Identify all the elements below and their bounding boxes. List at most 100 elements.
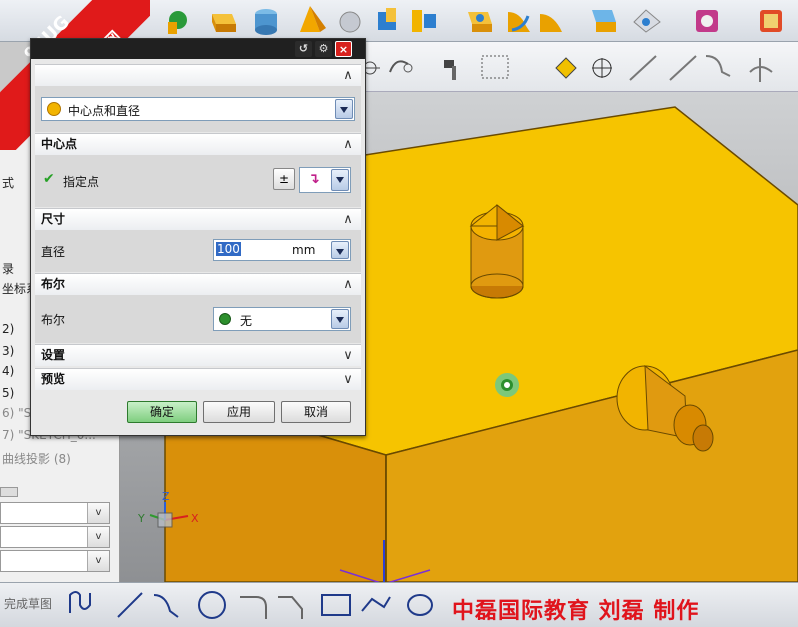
- reset-icon[interactable]: ↺: [295, 41, 312, 57]
- type-dropdown-value: 中心点和直径: [68, 104, 141, 118]
- sketch-tools: [69, 591, 433, 619]
- revolve-icon[interactable]: [412, 10, 436, 32]
- boolean-label: 布尔: [41, 313, 66, 327]
- cancel-button[interactable]: 取消: [281, 401, 351, 423]
- type-dropdown[interactable]: 中心点和直径: [41, 97, 355, 121]
- chamfer-icon[interactable]: [278, 596, 303, 619]
- extrude-icon[interactable]: [378, 8, 396, 30]
- preview-section-title: 预览: [41, 372, 66, 386]
- collapse-icon[interactable]: ∧: [339, 276, 357, 293]
- size-section-body: 直径 100 mm: [35, 230, 361, 272]
- axis-y-label: Y: [137, 512, 145, 525]
- cone-icon[interactable]: [300, 6, 326, 32]
- apply-button[interactable]: 应用: [203, 401, 275, 423]
- profile-icon[interactable]: [69, 591, 91, 613]
- navigator-dropdown[interactable]: v: [0, 526, 110, 548]
- inferred-point-icon: ↴: [308, 171, 320, 187]
- settings-icon[interactable]: ⚙: [315, 41, 332, 57]
- pattern-icon[interactable]: [760, 10, 782, 32]
- collapse-icon[interactable]: ∧: [339, 136, 357, 153]
- auto-dimension-icon[interactable]: [555, 57, 577, 79]
- type-section-header[interactable]: ∧: [35, 64, 361, 86]
- center-section-body: ✔ 指定点 ± ↴: [35, 155, 361, 207]
- boolean-section-header[interactable]: 布尔 ∧: [35, 273, 361, 295]
- sketch-toolbar: 完成草图 中磊国际教育 刘磊 制作: [0, 582, 798, 627]
- sphere-icon[interactable]: [339, 11, 361, 33]
- hole-icon[interactable]: [468, 12, 492, 32]
- point-inference-dropdown[interactable]: ↴: [299, 167, 351, 193]
- chevron-down-icon[interactable]: v: [87, 551, 109, 571]
- associate-icon[interactable]: [389, 60, 413, 73]
- boolean-section-title: 布尔: [41, 277, 66, 291]
- dimension-icon[interactable]: [592, 58, 612, 78]
- expand-icon[interactable]: ∨: [339, 371, 357, 388]
- shell-icon[interactable]: [592, 10, 616, 32]
- chevron-down-icon[interactable]: v: [87, 503, 109, 523]
- polyline-icon[interactable]: [361, 596, 391, 612]
- finish-sketch-button[interactable]: 完成草图: [4, 595, 52, 612]
- navigator-dropdown[interactable]: v: [0, 550, 110, 572]
- center-diameter-icon: [47, 102, 61, 116]
- chevron-down-icon[interactable]: [331, 169, 349, 191]
- ok-button[interactable]: 确定: [127, 401, 197, 423]
- preview-section-header[interactable]: 预览 ∨: [35, 368, 361, 390]
- ellipse-icon[interactable]: [407, 594, 433, 616]
- unit-dropdown-icon[interactable]: [331, 241, 349, 259]
- checkmark-icon: ✔: [43, 171, 55, 187]
- boolean-none-icon: [219, 313, 231, 325]
- center-section-header[interactable]: 中心点 ∧: [35, 133, 361, 155]
- line-icon[interactable]: [629, 55, 657, 81]
- close-icon[interactable]: ×: [335, 41, 352, 57]
- selected-point-marker[interactable]: [495, 373, 519, 397]
- navigator-dropdown[interactable]: v: [0, 502, 110, 524]
- arc-icon[interactable]: [705, 55, 731, 77]
- sketch-constraint-toolbar: [360, 42, 798, 92]
- sphere-dialog: ↺ ⚙ × ∧ 中心点和直径 中心点 ∧ ✔ 指定点 ± ↴ 尺寸 ∧ 直径 1…: [30, 38, 366, 436]
- settings-section-header[interactable]: 设置 ∨: [35, 344, 361, 366]
- watermark-caption: 中磊国际教育 刘磊 制作: [452, 598, 700, 624]
- dialog-body: ∧ 中心点和直径 中心点 ∧ ✔ 指定点 ± ↴ 尺寸 ∧ 直径 100 mm …: [35, 61, 361, 433]
- collapse-icon[interactable]: ∧: [339, 211, 357, 228]
- line-icon[interactable]: [669, 55, 697, 81]
- arc-icon[interactable]: [153, 594, 179, 618]
- boolean-value: 无: [240, 314, 253, 328]
- insert-point-icon[interactable]: [168, 11, 187, 34]
- diameter-label: 直径: [41, 245, 66, 259]
- perpendicular-icon[interactable]: [749, 58, 773, 82]
- expand-icon[interactable]: ∨: [339, 347, 357, 364]
- settings-section-title: 设置: [41, 348, 66, 362]
- horizontal-scrollbar[interactable]: [0, 487, 18, 497]
- cylinder-icon[interactable]: [255, 9, 277, 35]
- diameter-field[interactable]: 100 mm: [213, 239, 351, 261]
- center-section-title: 中心点: [41, 137, 78, 151]
- axis-x-label: X: [191, 512, 199, 525]
- fillet-icon[interactable]: [240, 596, 267, 619]
- navigator-row[interactable]: 曲线投影 (8): [0, 450, 110, 470]
- specify-point-label: 指定点: [63, 175, 100, 189]
- rectangle-icon[interactable]: [321, 594, 351, 616]
- hammer-icon[interactable]: [444, 60, 456, 80]
- type-section-body: 中心点和直径: [35, 86, 361, 132]
- axis-z-label: Z: [162, 490, 170, 503]
- chamfer-icon[interactable]: [540, 14, 562, 32]
- draft-icon[interactable]: [633, 9, 661, 33]
- size-section-header[interactable]: 尺寸 ∧: [35, 208, 361, 230]
- diameter-value[interactable]: 100: [216, 242, 241, 256]
- sketch-constraint-icons: [360, 55, 773, 82]
- edge-blend-icon[interactable]: [508, 12, 530, 32]
- dialog-titlebar[interactable]: ↺ ⚙ ×: [31, 39, 365, 59]
- collapse-icon[interactable]: ∧: [339, 67, 357, 84]
- chevron-down-icon[interactable]: [335, 99, 353, 119]
- boolean-dropdown[interactable]: 无: [213, 307, 351, 331]
- chevron-down-icon[interactable]: v: [87, 527, 109, 547]
- select-rectangle-icon[interactable]: [481, 55, 509, 79]
- size-section-title: 尺寸: [41, 212, 66, 226]
- block-icon[interactable]: [212, 14, 236, 32]
- circle-icon[interactable]: [198, 591, 226, 619]
- point-dialog-button[interactable]: ±: [273, 168, 295, 190]
- line-icon[interactable]: [117, 592, 143, 618]
- boolean-section-body: 布尔 无: [35, 295, 361, 343]
- chevron-down-icon[interactable]: [331, 309, 349, 329]
- move-object-icon[interactable]: [696, 10, 718, 32]
- vertical-boss[interactable]: [469, 203, 525, 299]
